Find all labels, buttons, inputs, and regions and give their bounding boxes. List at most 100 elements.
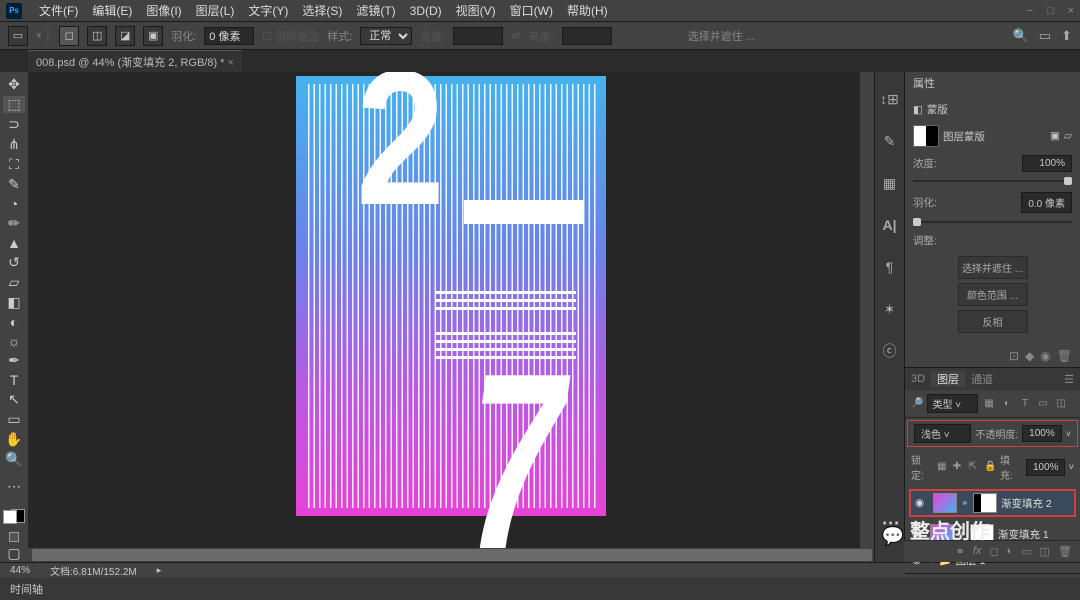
- link-icon[interactable]: ⚭: [961, 498, 969, 509]
- maximize-icon[interactable]: □: [1047, 5, 1054, 17]
- timeline-panel[interactable]: 时间轴: [0, 578, 1080, 600]
- new-selection-icon[interactable]: ◻: [59, 26, 79, 46]
- styles-icon[interactable]: ✶: [881, 300, 899, 318]
- feather-slider[interactable]: [913, 221, 1072, 223]
- new-layer-icon[interactable]: ◫: [1040, 545, 1050, 558]
- lock-pixels-icon[interactable]: ▦: [937, 461, 949, 473]
- swatches-icon[interactable]: ▦: [881, 174, 899, 192]
- paragraph-icon[interactable]: ¶: [881, 258, 899, 276]
- invert-button[interactable]: 反相: [958, 310, 1028, 333]
- density-slider[interactable]: [913, 180, 1072, 182]
- delete-mask-icon[interactable]: 🗑: [1057, 349, 1072, 363]
- history-icon[interactable]: ↕⊞: [881, 90, 899, 108]
- filter-search-icon[interactable]: 🔎: [911, 398, 923, 409]
- tab-layers[interactable]: 图层: [931, 371, 965, 387]
- brushes-icon[interactable]: ✎: [881, 132, 899, 150]
- library-icon[interactable]: ⓒ: [881, 342, 899, 360]
- filter-type-select[interactable]: 类型 ˅: [927, 394, 978, 413]
- horizontal-scrollbar[interactable]: [28, 548, 874, 562]
- move-tool[interactable]: ✥: [3, 76, 25, 93]
- canvas-area[interactable]: 2 7: [28, 72, 874, 562]
- stamp-tool[interactable]: ▲: [3, 235, 25, 251]
- zoom-tool[interactable]: 🔍: [3, 451, 25, 468]
- menu-edit[interactable]: 编辑(E): [85, 2, 139, 19]
- blend-mode-select[interactable]: 浅色 ˅: [914, 424, 971, 443]
- shape-tool[interactable]: ▭: [3, 411, 25, 428]
- layer-thumbnail[interactable]: [933, 493, 957, 513]
- brush-tool[interactable]: ✏: [3, 215, 25, 232]
- share-icon[interactable]: ⬆: [1061, 28, 1072, 44]
- density-value[interactable]: 100%: [1022, 155, 1072, 172]
- add-selection-icon[interactable]: ◫: [87, 26, 107, 46]
- wand-tool[interactable]: ⋔: [3, 136, 25, 153]
- eraser-tool[interactable]: ▱: [3, 274, 25, 291]
- blur-tool[interactable]: ◐: [3, 314, 25, 330]
- group-icon[interactable]: ▭: [1021, 545, 1031, 558]
- link-layers-icon[interactable]: ⚭: [956, 545, 965, 558]
- hand-tool[interactable]: ✋: [3, 431, 25, 448]
- lock-position-icon[interactable]: ✚: [953, 461, 965, 473]
- close-icon[interactable]: ×: [1068, 5, 1074, 17]
- mask-thumbnail[interactable]: [973, 493, 997, 513]
- zoom-level[interactable]: 44%: [10, 565, 30, 576]
- menu-image[interactable]: 图像(I): [139, 2, 188, 19]
- intersect-selection-icon[interactable]: ▣: [143, 26, 163, 46]
- dodge-tool[interactable]: ☼: [3, 333, 25, 349]
- marquee-tool[interactable]: ⬚: [3, 96, 25, 113]
- apply-mask-icon[interactable]: ◆: [1025, 349, 1034, 363]
- vector-mask-icon[interactable]: ▱: [1064, 130, 1072, 142]
- workspace-icon[interactable]: ▭: [1039, 28, 1051, 44]
- gradient-tool[interactable]: ◧: [3, 294, 25, 311]
- history-brush-tool[interactable]: ↺: [3, 254, 25, 271]
- lock-artboard-icon[interactable]: ⇱: [968, 461, 980, 473]
- properties-tab[interactable]: 属性: [905, 72, 1080, 94]
- layer-name[interactable]: 渐变填充 2: [1001, 496, 1070, 511]
- edit-toolbar-icon[interactable]: ⋯: [3, 478, 25, 495]
- disable-mask-icon[interactable]: ◉: [1040, 349, 1050, 363]
- fx-icon[interactable]: fx: [973, 545, 982, 558]
- vertical-scrollbar[interactable]: [860, 72, 874, 548]
- document-tab[interactable]: 008.psd @ 44% (渐变填充 2, RGB/8) * ×: [28, 50, 242, 73]
- fill-layer-icon[interactable]: ◐: [1007, 545, 1014, 558]
- filter-type-icon[interactable]: T: [1018, 397, 1032, 411]
- panel-menu-icon[interactable]: ☰: [1058, 373, 1080, 386]
- path-tool[interactable]: ↖: [3, 391, 25, 408]
- fill-value[interactable]: 100%: [1026, 459, 1065, 476]
- select-and-mask-button[interactable]: 选择并遮住 ...: [688, 28, 755, 44]
- filter-image-icon[interactable]: ▦: [982, 397, 996, 411]
- quickmask-icon[interactable]: [9, 532, 19, 542]
- layer-row[interactable]: ◉ ⚭ 渐变填充 2: [910, 490, 1075, 516]
- trash-icon[interactable]: 🗑: [1058, 545, 1072, 558]
- menu-3d[interactable]: 3D(D): [403, 4, 449, 18]
- add-mask-icon[interactable]: ◻: [989, 545, 998, 558]
- menu-filter[interactable]: 滤镜(T): [349, 2, 402, 19]
- pixel-mask-icon[interactable]: ▣: [1050, 130, 1060, 142]
- search-icon[interactable]: 🔍: [1013, 28, 1029, 44]
- heal-tool[interactable]: ◔: [3, 196, 25, 212]
- menu-select[interactable]: 选择(S): [295, 2, 349, 19]
- eyedropper-tool[interactable]: ✎: [3, 176, 25, 193]
- pen-tool[interactable]: ✒: [3, 352, 25, 369]
- filter-smart-icon[interactable]: ◫: [1054, 397, 1068, 411]
- load-selection-icon[interactable]: ⊡: [1009, 349, 1019, 363]
- crop-tool[interactable]: ⛶: [3, 156, 25, 173]
- tab-close-icon[interactable]: ×: [228, 57, 234, 69]
- menu-type[interactable]: 文字(Y): [241, 2, 295, 19]
- tool-preset-icon[interactable]: ▭: [8, 26, 28, 46]
- lasso-tool[interactable]: ⊃: [3, 116, 25, 133]
- color-swatches[interactable]: [3, 510, 25, 523]
- feather-input[interactable]: [204, 27, 254, 45]
- visibility-icon[interactable]: ◉: [915, 497, 929, 509]
- prop-feather-value[interactable]: 0.0 像素: [1021, 192, 1072, 213]
- doc-size[interactable]: 文档:6.81M/152.2M: [50, 563, 137, 578]
- menu-window[interactable]: 窗口(W): [503, 2, 560, 19]
- select-mask-button[interactable]: 选择并遮住 ...: [958, 256, 1028, 279]
- screenmode-icon[interactable]: ▢: [3, 545, 25, 562]
- menu-help[interactable]: 帮助(H): [560, 2, 615, 19]
- opacity-value[interactable]: 100%: [1022, 425, 1062, 442]
- mask-thumbnail[interactable]: [913, 125, 939, 147]
- minimize-icon[interactable]: −: [1026, 5, 1032, 17]
- style-select[interactable]: 正常: [360, 27, 412, 45]
- tab-3d[interactable]: 3D: [905, 373, 931, 385]
- type-tool[interactable]: T: [3, 372, 25, 388]
